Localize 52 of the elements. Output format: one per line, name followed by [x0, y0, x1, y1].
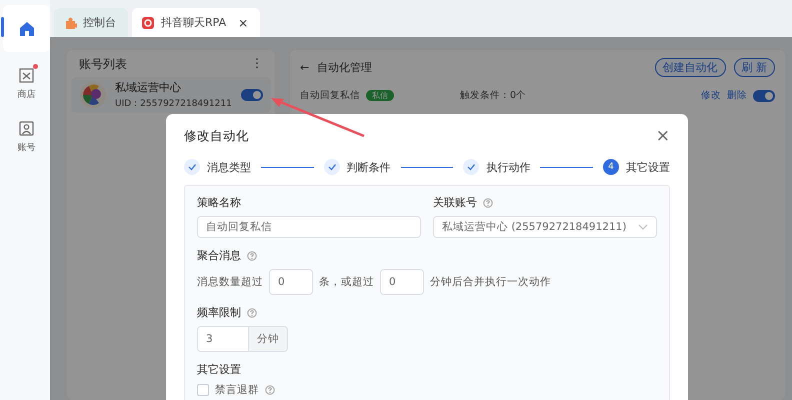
field-label: 关联账号: [433, 195, 477, 210]
account-select[interactable]: 私域运营中心 (2557927218491211): [433, 216, 657, 238]
type-tag: 私信: [366, 90, 394, 101]
account-uid: UID：2557927218491211: [115, 98, 233, 110]
close-button[interactable]: ×: [238, 16, 248, 30]
field-text: 条，或超过: [319, 275, 374, 289]
number-field[interactable]: 0: [380, 269, 424, 295]
tick-mark: [466, 162, 476, 172]
nav-item[interactable]: [3, 5, 50, 52]
tick-mark: [187, 162, 197, 172]
field-label: 聚合消息: [197, 248, 241, 263]
panel-title: 账号列表: [79, 56, 127, 73]
name-field[interactable]: 自动回复私信: [197, 216, 421, 238]
field-label: 其它设置: [197, 362, 241, 377]
step-label: 消息类型: [207, 160, 251, 174]
close-button[interactable]: ×: [656, 128, 670, 145]
number-field[interactable]: 0: [269, 269, 313, 295]
avatar-icon: [79, 81, 107, 109]
number-field[interactable]: 3: [197, 326, 249, 352]
dialog-title: 修改自动化: [184, 128, 249, 145]
app-icon: [141, 16, 155, 30]
action-link[interactable]: 修改: [701, 89, 721, 102]
field-text: 消息数量超过: [197, 275, 263, 289]
field-label: 策略名称: [197, 195, 241, 210]
nav-item[interactable]: 账号: [3, 115, 50, 158]
chevron-down-icon: [638, 223, 648, 231]
field-label: 频率限制: [197, 305, 241, 320]
step-label: 其它设置: [626, 160, 670, 174]
action-button[interactable]: 刷 新: [734, 58, 775, 77]
unit-label: 分钟: [249, 326, 288, 352]
field-text: 分钟后合并执行一次动作: [430, 275, 551, 289]
step-label: 判断条件: [346, 160, 391, 174]
checkbox[interactable]: [197, 384, 209, 396]
account-item[interactable]: 私域运营中心 UID：2557927218491211: [71, 77, 271, 113]
account-name: 私域运营中心: [115, 80, 182, 95]
trigger-count: 触发条件：0个: [460, 89, 526, 102]
step-label: 执行动作: [486, 160, 530, 174]
panel-title: 自动化管理: [317, 60, 372, 75]
tab[interactable]: 抖音聊天RPA ×: [132, 8, 260, 37]
action-link[interactable]: 删除: [727, 89, 747, 102]
action-button[interactable]: 创建自动化: [654, 58, 726, 77]
back-button[interactable]: ←: [300, 61, 310, 74]
nav-item[interactable]: 商店: [3, 62, 50, 105]
tab[interactable]: 控制台: [54, 8, 128, 37]
toggle-switch[interactable]: [753, 90, 775, 102]
rule-name: 自动回复私信: [300, 89, 360, 102]
puzzle-icon: [63, 16, 77, 30]
checkbox-label: 禁言退群: [215, 383, 259, 397]
toggle-switch[interactable]: [241, 89, 263, 101]
more-button[interactable]: ⋮: [251, 56, 263, 73]
step-number: 4: [603, 159, 620, 175]
tick-mark: [326, 162, 337, 172]
